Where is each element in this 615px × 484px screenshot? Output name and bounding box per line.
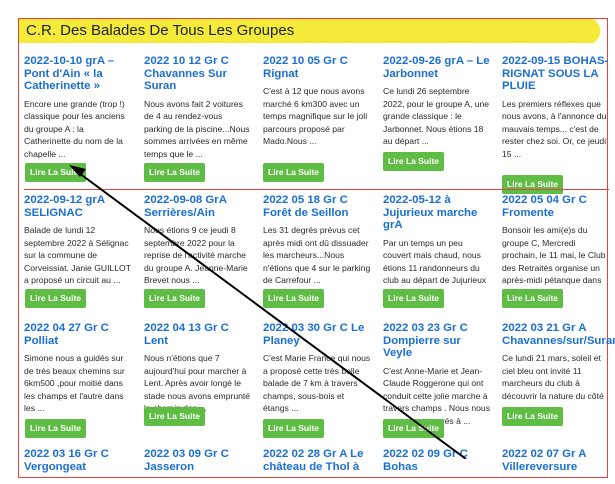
- article-card: 2022-09-12 grA SELIGNAC Balade de lundi …: [24, 194, 132, 287]
- article-excerpt: Ce lundi 26 septembre 2022, pour le grou…: [383, 86, 490, 147]
- article-title-link[interactable]: 2022-05-12 à Jujurieux marche grA: [383, 194, 491, 232]
- section-banner: C.R. Des Balades De Tous Les Groupes: [19, 19, 607, 43]
- article-excerpt: Nous n'étions que 7 aujourd'hui pour mar…: [144, 353, 251, 413]
- read-more-button[interactable]: Lire La Suite: [383, 289, 445, 308]
- read-more-button[interactable]: Lire La Suite: [25, 163, 87, 182]
- article-card: 2022 02 09 Gr C Bohas: [383, 448, 491, 473]
- article-title-link[interactable]: 2022-10-10 grA – Pont d'Ain « la Catheri…: [24, 55, 132, 93]
- article-title-link[interactable]: 2022 02 09 Gr C Bohas: [383, 448, 491, 473]
- article-title-link[interactable]: 2022 03 16 Gr C Vergongeat: [24, 448, 132, 473]
- article-title-link[interactable]: 2022-09-08 GrA Serrières/Ain: [144, 194, 252, 219]
- article-excerpt: Nous avons fait 2 voitures de 4 au rende…: [144, 98, 250, 159]
- article-card: 2022-09-08 GrA Serrières/Ain Nous étions…: [144, 194, 252, 287]
- article-card: 2022 02 28 Gr A Le château de Thol à: [263, 448, 371, 473]
- article-excerpt: Simone nous a guidés sur de très beaux c…: [24, 353, 125, 414]
- article-card: 2022 10 12 Gr C Chavannes Sur Suran Nous…: [144, 55, 252, 160]
- article-excerpt: Encore une grande (trop !) classique pou…: [24, 98, 125, 159]
- read-more-button[interactable]: Lire La Suite: [144, 289, 206, 308]
- article-card: 2022 03 16 Gr C Vergongeat: [24, 448, 132, 473]
- article-card: 2022-09-26 grA – Le Jarbonnet Ce lundi 2…: [383, 55, 491, 148]
- article-excerpt: Ce lundi 21 mars, soleil et ciel bleu on…: [502, 353, 604, 413]
- article-title-link[interactable]: 2022 03 21 Gr A Chavannes/sur/Suran: [502, 322, 615, 347]
- article-card: 2022 05 18 Gr C Forêt de Seillon Les 31 …: [263, 194, 371, 287]
- article-title-link[interactable]: 2022 10 12 Gr C Chavannes Sur Suran: [144, 55, 252, 93]
- content-frame: C.R. Des Balades De Tous Les Groupes 202…: [18, 18, 615, 478]
- read-more-button[interactable]: Lire La Suite: [502, 407, 564, 426]
- article-card: 2022 03 21 Gr A Chavannes/sur/Suran Ce l…: [502, 322, 615, 415]
- article-title-link[interactable]: 2022 05 04 Gr C Fromente: [502, 194, 610, 219]
- article-title-link[interactable]: 2022 03 23 Gr C Dompierre sur Veyle: [383, 322, 491, 360]
- article-title-link[interactable]: 2022 03 09 Gr C Jasseron: [144, 448, 252, 473]
- article-card: 2022 10 05 Gr C Rignat C'est à 12 que no…: [263, 55, 371, 148]
- read-more-button[interactable]: Lire La Suite: [25, 419, 87, 438]
- article-card: 2022-10-10 grA – Pont d'Ain « la Catheri…: [24, 55, 132, 160]
- article-row: 2022-09-12 grA SELIGNAC Balade de lundi …: [24, 189, 609, 318]
- article-excerpt: C'est à 12 que nous avons marché 6 km300…: [263, 86, 368, 147]
- article-row: 2022 03 16 Gr C Vergongeat 2022 03 09 Gr…: [24, 444, 609, 484]
- article-title-link[interactable]: 2022-09-26 grA – Le Jarbonnet: [383, 55, 491, 80]
- article-card: 2022 04 13 Gr C Lent Nous n'étions que 7…: [144, 322, 252, 415]
- article-title-link[interactable]: 2022 03 30 Gr C Le Planey: [263, 322, 371, 347]
- article-excerpt: Balade de lundi 12 septembre 2022 à Séli…: [24, 225, 131, 286]
- article-card: 2022 03 09 Gr C Jasseron: [144, 448, 252, 473]
- read-more-button[interactable]: Lire La Suite: [502, 289, 564, 308]
- read-more-button[interactable]: Lire La Suite: [263, 163, 325, 182]
- article-card: 2022-09-15 BOHAS-RIGNAT SOUS LA PLUIE Le…: [502, 55, 610, 160]
- read-more-button[interactable]: Lire La Suite: [383, 152, 445, 171]
- read-more-button[interactable]: Lire La Suite: [383, 419, 445, 438]
- article-card: 2022 02 07 Gr A Villereversure: [502, 448, 610, 473]
- article-title-link[interactable]: 2022 05 18 Gr C Forêt de Seillon: [263, 194, 371, 219]
- article-title-link[interactable]: 2022-09-12 grA SELIGNAC: [24, 194, 132, 219]
- article-excerpt: C'est Marie France qui nous a proposé ce…: [263, 353, 371, 414]
- articles-grid: 2022-10-10 grA – Pont d'Ain « la Catheri…: [24, 51, 615, 484]
- article-title-link[interactable]: 2022 10 05 Gr C Rignat: [263, 55, 371, 80]
- read-more-button[interactable]: Lire La Suite: [263, 289, 325, 308]
- article-title-link[interactable]: 2022-09-15 BOHAS-RIGNAT SOUS LA PLUIE: [502, 55, 610, 93]
- article-card: 2022-05-12 à Jujurieux marche grA Par un…: [383, 194, 491, 299]
- article-row: 2022-10-10 grA – Pont d'Ain « la Catheri…: [24, 51, 610, 194]
- read-more-button[interactable]: Lire La Suite: [144, 407, 206, 426]
- article-title-link[interactable]: 2022 02 07 Gr A Villereversure: [502, 448, 610, 473]
- article-title-link[interactable]: 2022 04 27 Gr C Polliat: [24, 322, 132, 347]
- article-excerpt: Les premiers réflexes que nous avons, à …: [502, 98, 607, 159]
- article-card: 2022 05 04 Gr C Fromente Bonsoir les ami…: [502, 194, 610, 300]
- section-title: C.R. Des Balades De Tous Les Groupes: [26, 22, 295, 39]
- read-more-button[interactable]: Lire La Suite: [25, 289, 87, 308]
- article-title-link[interactable]: 2022 02 28 Gr A Le château de Thol à: [263, 448, 371, 473]
- read-more-button[interactable]: Lire La Suite: [263, 419, 325, 438]
- article-title-link[interactable]: 2022 04 13 Gr C Lent: [144, 322, 252, 347]
- article-card: 2022 04 27 Gr C Polliat Simone nous a gu…: [24, 322, 132, 415]
- article-card: 2022 03 23 Gr C Dompierre sur Veyle C'es…: [383, 322, 491, 427]
- article-row: 2022 04 27 Gr C Polliat Simone nous a gu…: [24, 318, 615, 444]
- read-more-button[interactable]: Lire La Suite: [144, 163, 206, 182]
- article-excerpt: Les 31 degrés prévus cet après midi ont …: [263, 225, 371, 286]
- article-card: 2022 03 30 Gr C Le Planey C'est Marie Fr…: [263, 322, 371, 415]
- article-excerpt: Nous étions 9 ce jeudi 8 septembre 2022 …: [144, 225, 248, 286]
